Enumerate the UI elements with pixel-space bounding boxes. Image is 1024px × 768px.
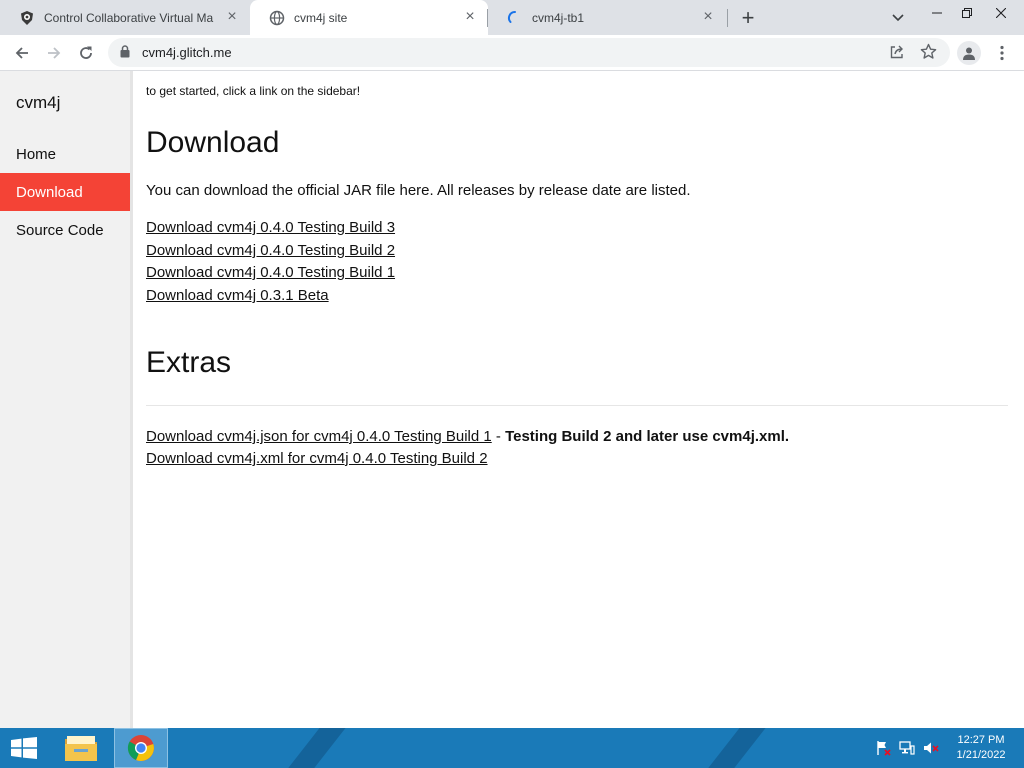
extras-note: Testing Build 2 and later use cvm4j.xml. [505, 428, 790, 445]
extras-row-json: Download cvm4j.json for cvm4j 0.4.0 Test… [146, 428, 789, 445]
extras-heading: Extras [146, 346, 232, 379]
close-window-icon[interactable] [984, 0, 1018, 26]
sidebar-item-home[interactable]: Home [0, 135, 130, 173]
tab-cvm4j-tb1[interactable]: cvm4j-tb1 × [488, 0, 726, 35]
download-link-tb2[interactable]: Download cvm4j 0.4.0 Testing Build 2 [146, 242, 395, 259]
page-viewport: cvm4j Home Download Source Code to get s… [0, 71, 1024, 728]
extras-separator: - [491, 428, 506, 445]
browser-toolbar: cvm4j.glitch.me [0, 35, 1024, 71]
chrome-taskbar-icon[interactable] [114, 728, 168, 768]
back-arrow-icon[interactable] [8, 39, 36, 67]
download-link-beta[interactable]: Download cvm4j 0.3.1 Beta [146, 287, 329, 304]
file-explorer-icon[interactable] [54, 728, 108, 768]
loading-spinner-icon [507, 10, 523, 26]
tab-cvm4j-site[interactable]: cvm4j site × [250, 0, 488, 35]
reload-icon[interactable] [72, 39, 100, 67]
taskbar: 12:27 PM 1/21/2022 [0, 728, 1024, 768]
tab-title: cvm4j site [294, 10, 348, 25]
close-tab-icon[interactable]: × [224, 8, 240, 25]
restore-icon[interactable] [950, 0, 984, 26]
sidebar-brand: cvm4j [16, 93, 61, 112]
lock-icon[interactable] [120, 45, 130, 63]
close-tab-icon[interactable]: × [462, 8, 478, 25]
new-tab-button[interactable]: + [736, 5, 760, 30]
tab-strip: Control Collaborative Virtual Ma × cvm4j… [0, 0, 1024, 35]
tab-search-chevron-icon[interactable] [888, 8, 908, 28]
download-description: You can download the official JAR file h… [146, 182, 691, 199]
tab-title: cvm4j-tb1 [532, 10, 585, 25]
sidebar-item-download[interactable]: Download [0, 173, 130, 211]
bookmark-star-icon[interactable] [920, 43, 937, 65]
action-center-flag-icon[interactable] [874, 740, 892, 756]
clock-date: 1/21/2022 [956, 749, 1006, 761]
tab-control-collaborative[interactable]: Control Collaborative Virtual Ma × [0, 0, 250, 35]
intro-text: to get started, click a link on the side… [146, 84, 361, 98]
volume-muted-icon[interactable] [922, 740, 940, 756]
address-bar[interactable]: cvm4j.glitch.me [108, 38, 950, 67]
extras-row-xml: Download cvm4j.xml for cvm4j 0.4.0 Testi… [146, 450, 488, 467]
forward-arrow-icon[interactable] [40, 39, 68, 67]
globe-icon [269, 10, 285, 26]
download-json-link[interactable]: Download cvm4j.json for cvm4j 0.4.0 Test… [146, 428, 492, 445]
download-xml-link[interactable]: Download cvm4j.xml for cvm4j 0.4.0 Testi… [146, 450, 488, 467]
clock-time: 12:27 PM [957, 734, 1005, 746]
close-tab-icon[interactable]: × [700, 8, 716, 25]
more-menu-icon[interactable] [992, 41, 1012, 65]
tab-separator [727, 9, 728, 27]
url-text: cvm4j.glitch.me [142, 45, 232, 60]
network-icon[interactable] [898, 740, 916, 756]
taskbar-wallpaper-stripe [692, 728, 774, 768]
sidebar: cvm4j Home Download Source Code [0, 71, 133, 728]
share-icon[interactable] [889, 44, 905, 65]
download-link-tb1[interactable]: Download cvm4j 0.4.0 Testing Build 1 [146, 264, 395, 281]
cvm-logo-icon [19, 10, 35, 26]
download-heading: Download [146, 126, 280, 159]
minimize-icon[interactable] [920, 0, 954, 26]
download-link-tb3[interactable]: Download cvm4j 0.4.0 Testing Build 3 [146, 219, 395, 236]
profile-avatar-icon[interactable] [957, 41, 981, 65]
taskbar-clock[interactable]: 12:27 PM 1/21/2022 [944, 733, 1018, 763]
divider [146, 405, 1008, 406]
tab-title: Control Collaborative Virtual Ma [44, 10, 214, 25]
windows-start-icon[interactable] [0, 728, 48, 768]
sidebar-item-source-code[interactable]: Source Code [0, 211, 130, 249]
taskbar-wallpaper-stripe [272, 728, 354, 768]
